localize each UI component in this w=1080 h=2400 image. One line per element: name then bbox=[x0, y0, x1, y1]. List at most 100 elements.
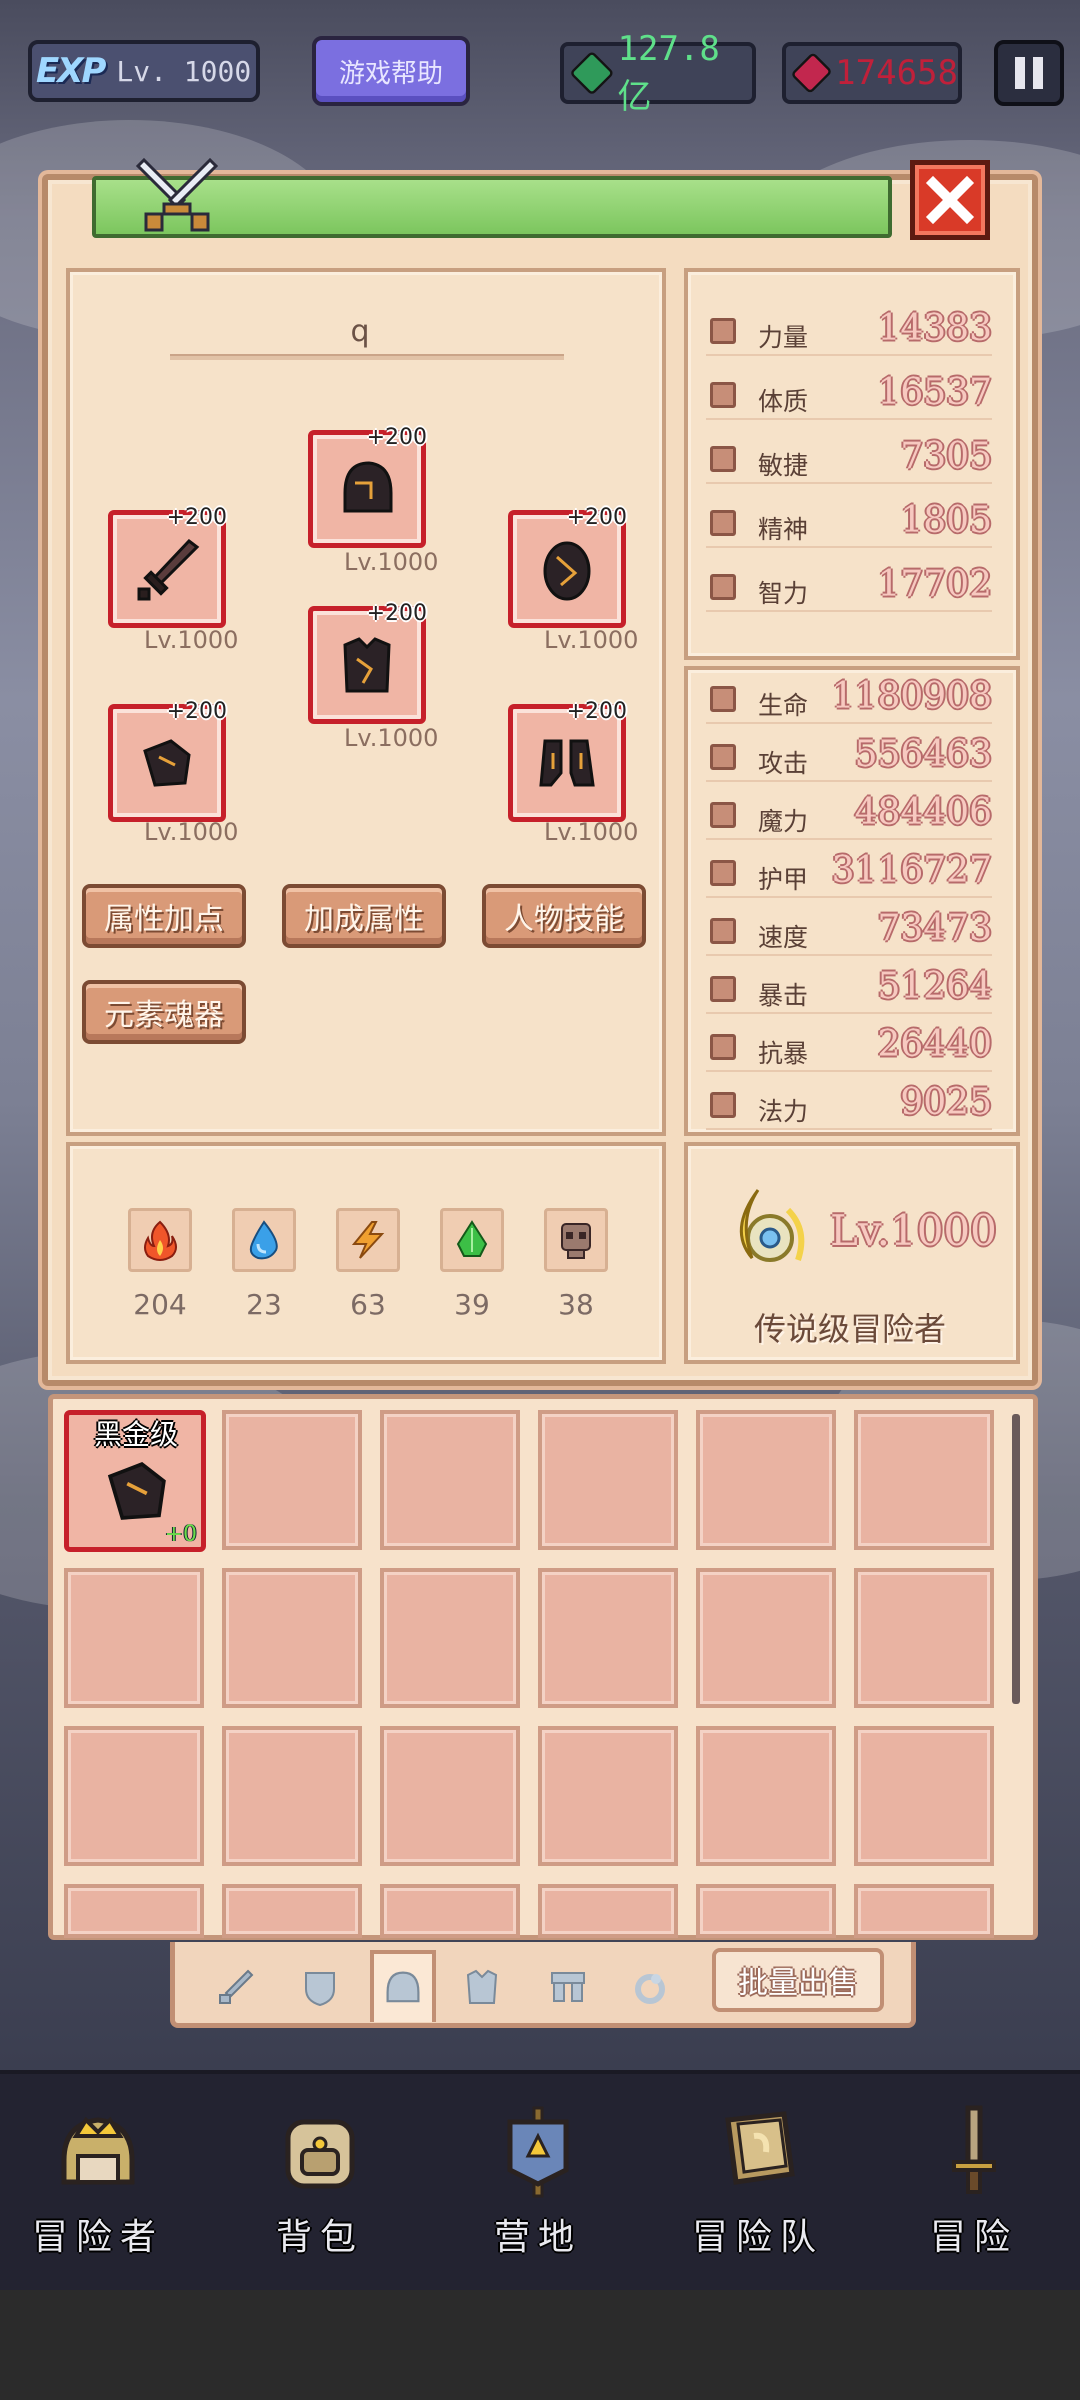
red-gem-amount: 174658 bbox=[835, 53, 958, 93]
tab-rings[interactable] bbox=[620, 1962, 680, 2012]
item-grade: 黑金级 bbox=[93, 1418, 178, 1451]
boots-enhance: +200 bbox=[566, 699, 627, 724]
weapon-slot[interactable]: +200 bbox=[108, 505, 227, 628]
armor-enhance: +200 bbox=[366, 601, 427, 626]
stat-value: 26440 bbox=[877, 1024, 992, 1065]
inventory-slot[interactable] bbox=[222, 1410, 362, 1550]
inventory-slot[interactable] bbox=[696, 1884, 836, 1938]
stat-intelligence: 智力 17702 bbox=[706, 562, 992, 612]
tab-shields[interactable] bbox=[290, 1962, 350, 2012]
inventory-slot[interactable] bbox=[538, 1726, 678, 1866]
boots-icon bbox=[539, 739, 595, 787]
armor-icon bbox=[466, 1969, 498, 2004]
inventory-slot[interactable] bbox=[538, 1568, 678, 1708]
red-gem-icon bbox=[790, 51, 833, 95]
skull-icon bbox=[561, 1223, 591, 1259]
close-button[interactable] bbox=[910, 160, 990, 240]
dark-element[interactable] bbox=[544, 1208, 608, 1272]
inventory-slot[interactable] bbox=[380, 1884, 520, 1938]
inventory-slot[interactable] bbox=[64, 1726, 204, 1866]
nature-element[interactable] bbox=[440, 1208, 504, 1272]
inventory-slot[interactable] bbox=[854, 1884, 994, 1938]
stat-strength: 力量 14383 bbox=[706, 306, 992, 356]
stat-crit: 暴击 51264 bbox=[706, 964, 992, 1014]
stat-label: 敏捷 bbox=[758, 451, 809, 480]
inventory-slot[interactable] bbox=[854, 1410, 994, 1550]
inventory-slot[interactable] bbox=[222, 1568, 362, 1708]
red-gem-currency[interactable]: 174658 bbox=[782, 42, 962, 104]
gloves-level: Lv.1000 bbox=[144, 818, 239, 846]
pause-icon bbox=[1015, 57, 1025, 89]
book-icon bbox=[725, 2111, 795, 2185]
inventory-slot[interactable] bbox=[380, 1726, 520, 1866]
bulk-sell-button[interactable]: 批量出售 bbox=[712, 1948, 884, 2012]
boots-icon bbox=[551, 1972, 585, 2002]
gloves-slot[interactable]: +200 bbox=[108, 699, 227, 822]
inventory-slot[interactable] bbox=[538, 1410, 678, 1550]
crown-helmet-icon bbox=[61, 2116, 135, 2185]
inventory-slot[interactable] bbox=[64, 1884, 204, 1938]
helmet-enhance: +200 bbox=[366, 425, 427, 450]
inventory-slot[interactable] bbox=[222, 1726, 362, 1866]
inventory-slot[interactable] bbox=[854, 1726, 994, 1866]
fire-element[interactable] bbox=[128, 1208, 192, 1272]
nav-camp[interactable]: 营地 bbox=[448, 2100, 628, 2270]
inventory-slot[interactable] bbox=[64, 1568, 204, 1708]
nav-label: 背包 bbox=[275, 2217, 364, 2258]
inventory-slot[interactable] bbox=[696, 1410, 836, 1550]
brain-icon bbox=[710, 574, 736, 600]
green-gem-currency[interactable]: 127.8亿 bbox=[560, 29, 756, 117]
nav-label: 营地 bbox=[493, 2217, 582, 2258]
shield-slot[interactable]: +200 bbox=[508, 505, 627, 628]
item-enhance: +0 bbox=[164, 1522, 197, 1547]
stat-value: 7305 bbox=[900, 436, 992, 477]
stat-value: 1805 bbox=[900, 500, 992, 541]
rank-title: 传说级冒险者 bbox=[753, 1310, 946, 1348]
armor-level: Lv.1000 bbox=[344, 724, 439, 752]
character-skills-button[interactable]: 人物技能 bbox=[482, 884, 646, 948]
inventory-slot[interactable] bbox=[380, 1410, 520, 1550]
boots-slot[interactable]: +200 bbox=[508, 699, 627, 822]
nav-backpack[interactable]: 背包 bbox=[230, 2100, 410, 2270]
stat-label: 魔力 bbox=[758, 807, 809, 836]
element-soul-button[interactable]: 元素魂器 bbox=[82, 980, 246, 1044]
boots-level: Lv.1000 bbox=[544, 818, 639, 846]
nav-adventure[interactable]: 冒险 bbox=[884, 2100, 1064, 2270]
sword-icon bbox=[710, 744, 736, 770]
thunder-count: 63 bbox=[350, 1288, 386, 1321]
inventory-slot[interactable] bbox=[696, 1568, 836, 1708]
name-underline bbox=[170, 354, 564, 360]
helmet-icon bbox=[386, 1971, 420, 2003]
inventory-slot[interactable] bbox=[696, 1726, 836, 1866]
tab-boots[interactable] bbox=[538, 1962, 598, 2012]
tab-helmets[interactable] bbox=[370, 1950, 436, 2022]
pause-button[interactable] bbox=[994, 40, 1064, 106]
shield-enhance: +200 bbox=[566, 505, 627, 530]
tab-weapons[interactable] bbox=[206, 1962, 266, 2012]
inventory-item[interactable]: 黑金级 +0 bbox=[64, 1410, 206, 1552]
stat-armor: 护甲 3116727 bbox=[706, 848, 992, 898]
stat-value: 556463 bbox=[854, 734, 992, 775]
armor-slot[interactable]: +200 bbox=[308, 601, 427, 724]
inventory-slot[interactable] bbox=[538, 1884, 678, 1938]
game-help-button[interactable]: 游戏帮助 bbox=[312, 36, 470, 106]
inventory-slot[interactable] bbox=[380, 1568, 520, 1708]
exp-label: EXP bbox=[36, 51, 106, 91]
crit-icon bbox=[710, 976, 736, 1002]
water-element[interactable] bbox=[232, 1208, 296, 1272]
stat-spirit: 精神 1805 bbox=[706, 498, 992, 548]
hero-name: q bbox=[350, 314, 370, 349]
helmet-slot[interactable]: +200 bbox=[308, 425, 427, 548]
inventory-slot[interactable] bbox=[854, 1568, 994, 1708]
fire-icon bbox=[144, 1220, 177, 1261]
thunder-element[interactable] bbox=[336, 1208, 400, 1272]
attribute-points-button[interactable]: 属性加点 bbox=[82, 884, 246, 948]
shield-icon bbox=[543, 541, 591, 601]
inventory-scrollbar[interactable] bbox=[1012, 1414, 1020, 1704]
gloves-icon bbox=[143, 739, 191, 787]
nav-adventure-team[interactable]: 冒险队 bbox=[668, 2100, 848, 2270]
tab-armor[interactable] bbox=[452, 1962, 512, 2012]
nav-adventurer[interactable]: 冒险者 bbox=[8, 2100, 188, 2270]
inventory-slot[interactable] bbox=[222, 1884, 362, 1938]
bonus-attributes-button[interactable]: 加成属性 bbox=[282, 884, 446, 948]
